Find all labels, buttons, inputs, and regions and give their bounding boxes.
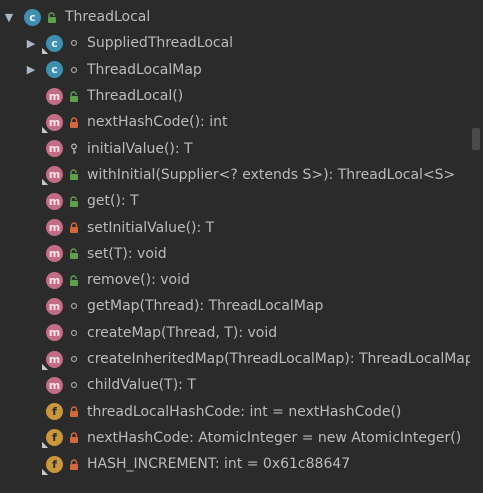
vertical-scrollbar[interactable] [470,0,483,493]
protected-key-icon [67,141,81,157]
method-icon: m ◣ [42,350,63,370]
tree-node-label: ThreadLocal() [87,88,184,105]
tree-node-label: getMap(Thread): ThreadLocalMap [87,298,324,315]
tree-node-method[interactable]: m ◣ withInitial(Supplier<? extends S>): T… [0,162,470,188]
tree-node-label: set(T): void [87,245,167,262]
method-icon: m [46,271,63,289]
tree-node-method[interactable]: m get(): T [0,188,470,214]
package-dot-icon [67,377,81,393]
tree-node-method[interactable]: m setInitialValue(): T [0,214,470,240]
private-lock-icon [67,456,81,472]
tree-node-label: threadLocalHashCode: int = nextHashCode(… [87,403,402,420]
method-icon: m [46,87,63,105]
structure-tree: ▼ c ThreadLocal ▶ c ◣ SuppliedThreadLocal… [0,4,474,477]
tree-node-label: createMap(Thread, T): void [87,324,278,341]
tree-node-field[interactable]: f ◣ HASH_INCREMENT: int = 0x61c88647 [0,451,470,477]
method-icon: m [46,297,63,315]
private-lock-icon [67,114,81,130]
tree-node-field[interactable]: f ◣ nextHashCode: AtomicInteger = new Ato… [0,425,470,451]
tree-node-label: HASH_INCREMENT: int = 0x61c88647 [87,456,351,473]
package-dot-icon [67,351,81,367]
private-lock-icon [67,430,81,446]
expand-arrow-icon[interactable]: ▼ [4,11,14,24]
tree-node-method[interactable]: m set(T): void [0,241,470,267]
structure-panel: ▼ c ThreadLocal ▶ c ◣ SuppliedThreadLocal… [0,0,483,493]
tree-node-label: ThreadLocal [65,9,151,26]
tree-node-method[interactable]: m initialValue(): T [0,135,470,161]
tree-node-method[interactable]: m remove(): void [0,267,470,293]
tree-node-suppliedthreadlocal[interactable]: ▶ c ◣ SuppliedThreadLocal [0,30,470,56]
tree-node-label: nextHashCode: AtomicInteger = new Atomic… [87,429,462,446]
public-lock-icon [67,272,81,288]
tree-node-label: nextHashCode(): int [87,114,228,131]
scrollbar-thumb[interactable] [472,128,480,150]
collapsed-arrow-icon[interactable]: ▶ [26,63,36,76]
package-dot-icon [67,325,81,341]
tree-node-label: childValue(T): T [87,377,196,394]
tree-node-method[interactable]: m ◣ nextHashCode(): int [0,109,470,135]
method-icon: m [46,219,63,237]
tree-node-label: SuppliedThreadLocal [87,35,234,52]
public-lock-icon [67,167,81,183]
field-icon: f [46,403,63,421]
tree-node-label: createInheritedMap(ThreadLocalMap): Thre… [87,351,474,367]
tree-node-field[interactable]: f threadLocalHashCode: int = nextHashCod… [0,398,470,424]
tree-node-constructor[interactable]: m ThreadLocal() [0,83,470,109]
class-icon: c ◣ [42,34,63,54]
method-icon: m [46,192,63,210]
tree-node-label: setInitialValue(): T [87,219,215,236]
package-dot-icon [67,62,81,78]
package-dot-icon [67,35,81,51]
method-icon: m [46,376,63,394]
tree-node-method[interactable]: m ◣ createInheritedMap(ThreadLocalMap): T… [0,346,474,372]
tree-node-label: ThreadLocalMap [87,61,202,78]
tree-node-label: get(): T [87,193,139,210]
collapsed-arrow-icon[interactable]: ▶ [26,37,36,50]
class-icon: c [46,61,63,79]
method-icon: m ◣ [42,166,63,186]
field-icon: f ◣ [42,455,63,475]
tree-node-label: remove(): void [87,272,190,289]
tree-node-method[interactable]: m childValue(T): T [0,372,470,398]
tree-node-threadlocalmap[interactable]: ▶ c ThreadLocalMap [0,57,470,83]
private-lock-icon [67,220,81,236]
method-icon: m [46,245,63,263]
method-icon: m [46,140,63,158]
field-icon: f ◣ [42,429,63,449]
public-lock-icon [67,193,81,209]
class-icon: c [24,8,41,26]
tree-node-label: initialValue(): T [87,140,193,157]
tree-node-threadlocal[interactable]: ▼ c ThreadLocal [0,4,470,30]
method-icon: m ◣ [42,113,63,133]
tree-node-label: withInitial(Supplier<? extends S>): Thre… [87,166,456,183]
public-lock-icon [67,246,81,262]
tree-node-method[interactable]: m createMap(Thread, T): void [0,320,470,346]
public-lock-icon [67,88,81,104]
public-lock-icon [45,9,59,25]
tree-node-method[interactable]: m getMap(Thread): ThreadLocalMap [0,293,470,319]
package-dot-icon [67,298,81,314]
private-lock-icon [67,404,81,420]
method-icon: m [46,324,63,342]
